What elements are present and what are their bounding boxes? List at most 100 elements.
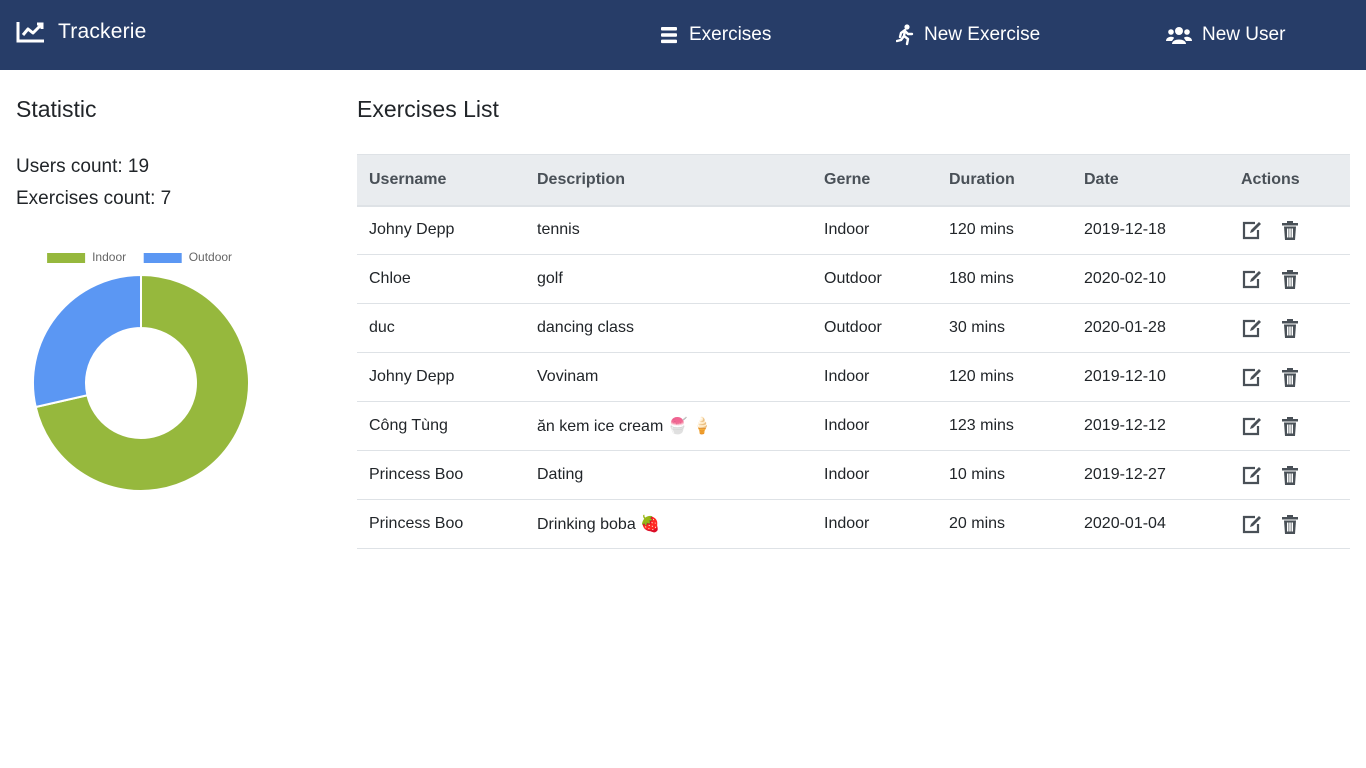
brand-link[interactable]: Trackerie [16, 20, 147, 44]
date-cell: 2019-12-18 [1072, 205, 1229, 255]
genre-cell: Outdoor [812, 254, 937, 304]
statistic-title: Statistic [16, 96, 97, 122]
legend-label-outdoor: Outdoor [189, 250, 232, 264]
actions-cell [1229, 499, 1350, 549]
column-header-username: Username [357, 154, 525, 207]
username-cell: Princess Boo [357, 499, 525, 549]
row-actions [1241, 219, 1338, 241]
exercises-list-title: Exercises List [357, 96, 499, 122]
trash-icon[interactable] [1279, 464, 1301, 486]
table-row: Công Tùng ăn kem ice cream 🍧 🍦 Indoor 123 m… [357, 401, 1350, 451]
table-row: Johny Depp Vovinam Indoor 120 mins 2019-12-1… [357, 352, 1350, 402]
column-header-actions: Actions [1229, 154, 1350, 207]
nav-exercises-link[interactable]: Exercises [659, 24, 771, 46]
users-icon [1166, 25, 1192, 45]
doughnut-slice-outdoor[interactable] [32, 273, 142, 409]
table-row: Princess Boo Dating Indoor 10 mins 2019-12-2… [357, 450, 1350, 500]
actions-cell [1229, 450, 1350, 500]
trash-icon[interactable] [1279, 415, 1301, 437]
edit-icon[interactable] [1241, 464, 1263, 486]
legend-swatch-outdoor[interactable] [143, 253, 182, 263]
nav-new-exercise-link[interactable]: New Exercise [896, 24, 1040, 46]
column-header-genre: Gerne [812, 154, 937, 207]
username-cell: Johny Depp [357, 205, 525, 255]
duration-cell: 180 mins [937, 254, 1072, 304]
actions-cell [1229, 401, 1350, 451]
actions-cell [1229, 303, 1350, 353]
genre-cell: Outdoor [812, 303, 937, 353]
genre-cell: Indoor [812, 401, 937, 451]
column-header-description: Description [525, 154, 812, 207]
row-actions [1241, 268, 1338, 290]
edit-icon[interactable] [1241, 366, 1263, 388]
trash-icon[interactable] [1279, 366, 1301, 388]
edit-icon[interactable] [1241, 513, 1263, 535]
users-count: Users count: 19 [16, 156, 150, 177]
edit-icon[interactable] [1241, 268, 1263, 290]
username-cell: Johny Depp [357, 352, 525, 402]
chart-line-icon [16, 20, 46, 44]
actions-cell [1229, 205, 1350, 255]
description-cell: dancing class [525, 303, 812, 353]
actions-cell [1229, 352, 1350, 402]
duration-cell: 120 mins [937, 352, 1072, 402]
table-row: Chloe golf Outdoor 180 mins 2020-02-10 [357, 254, 1350, 304]
date-cell: 2020-02-10 [1072, 254, 1229, 304]
exercises-table: Username Description Gerne Duration Date… [357, 154, 1350, 549]
description-cell: ăn kem ice cream 🍧 🍦 [525, 401, 812, 451]
description-cell: Dating [525, 450, 812, 500]
genre-cell: Indoor [812, 352, 937, 402]
legend-swatch-indoor[interactable] [47, 253, 86, 263]
genre-doughnut-chart: Indoor Outdoor [32, 250, 250, 492]
running-icon [896, 24, 914, 46]
description-cell: Vovinam [525, 352, 812, 402]
username-cell: Công Tùng [357, 401, 525, 451]
column-header-duration: Duration [937, 154, 1072, 207]
row-actions [1241, 366, 1338, 388]
navbar: Trackerie Exercises New Exercise New Use… [0, 0, 1366, 70]
row-actions [1241, 415, 1338, 437]
table-row: Johny Depp tennis Indoor 120 mins 2019-12-18 [357, 205, 1350, 255]
duration-cell: 120 mins [937, 205, 1072, 255]
description-cell: golf [525, 254, 812, 304]
edit-icon[interactable] [1241, 219, 1263, 241]
exercises-count: Exercises count: 7 [16, 188, 172, 209]
table-row: Princess Boo Drinking boba 🍓 Indoor 20 mins… [357, 499, 1350, 549]
brand-name: Trackerie [58, 20, 147, 43]
date-cell: 2019-12-10 [1072, 352, 1229, 402]
table-header-row: Username Description Gerne Duration Date… [357, 154, 1350, 207]
description-cell: Drinking boba 🍓 [525, 499, 812, 549]
edit-icon[interactable] [1241, 317, 1263, 339]
table-row: duc dancing class Outdoor 30 mins 2020-01-28 [357, 303, 1350, 353]
date-cell: 2019-12-12 [1072, 401, 1229, 451]
nav-new-user-link[interactable]: New User [1166, 24, 1285, 46]
genre-cell: Indoor [812, 499, 937, 549]
row-actions [1241, 317, 1338, 339]
username-cell: Chloe [357, 254, 525, 304]
nav-new-user-label: New User [1202, 24, 1286, 45]
date-cell: 2020-01-04 [1072, 499, 1229, 549]
row-actions [1241, 513, 1338, 535]
trash-icon[interactable] [1279, 268, 1301, 290]
edit-icon[interactable] [1241, 415, 1263, 437]
genre-cell: Indoor [812, 450, 937, 500]
username-cell: duc [357, 303, 525, 353]
trash-icon[interactable] [1279, 219, 1301, 241]
duration-cell: 123 mins [937, 401, 1072, 451]
nav-new-exercise-label: New Exercise [924, 24, 1041, 45]
exercises-table-wrapper: Username Description Gerne Duration Date… [357, 154, 1350, 549]
duration-cell: 20 mins [937, 499, 1072, 549]
column-header-date: Date [1072, 154, 1229, 207]
duration-cell: 10 mins [937, 450, 1072, 500]
date-cell: 2020-01-28 [1072, 303, 1229, 353]
description-cell: tennis [525, 205, 812, 255]
trash-icon[interactable] [1279, 317, 1301, 339]
trash-icon[interactable] [1279, 513, 1301, 535]
nav-exercises-label: Exercises [689, 24, 772, 45]
genre-cell: Indoor [812, 205, 937, 255]
actions-cell [1229, 254, 1350, 304]
date-cell: 2019-12-27 [1072, 450, 1229, 500]
username-cell: Princess Boo [357, 450, 525, 500]
row-actions [1241, 464, 1338, 486]
list-icon [659, 25, 679, 45]
